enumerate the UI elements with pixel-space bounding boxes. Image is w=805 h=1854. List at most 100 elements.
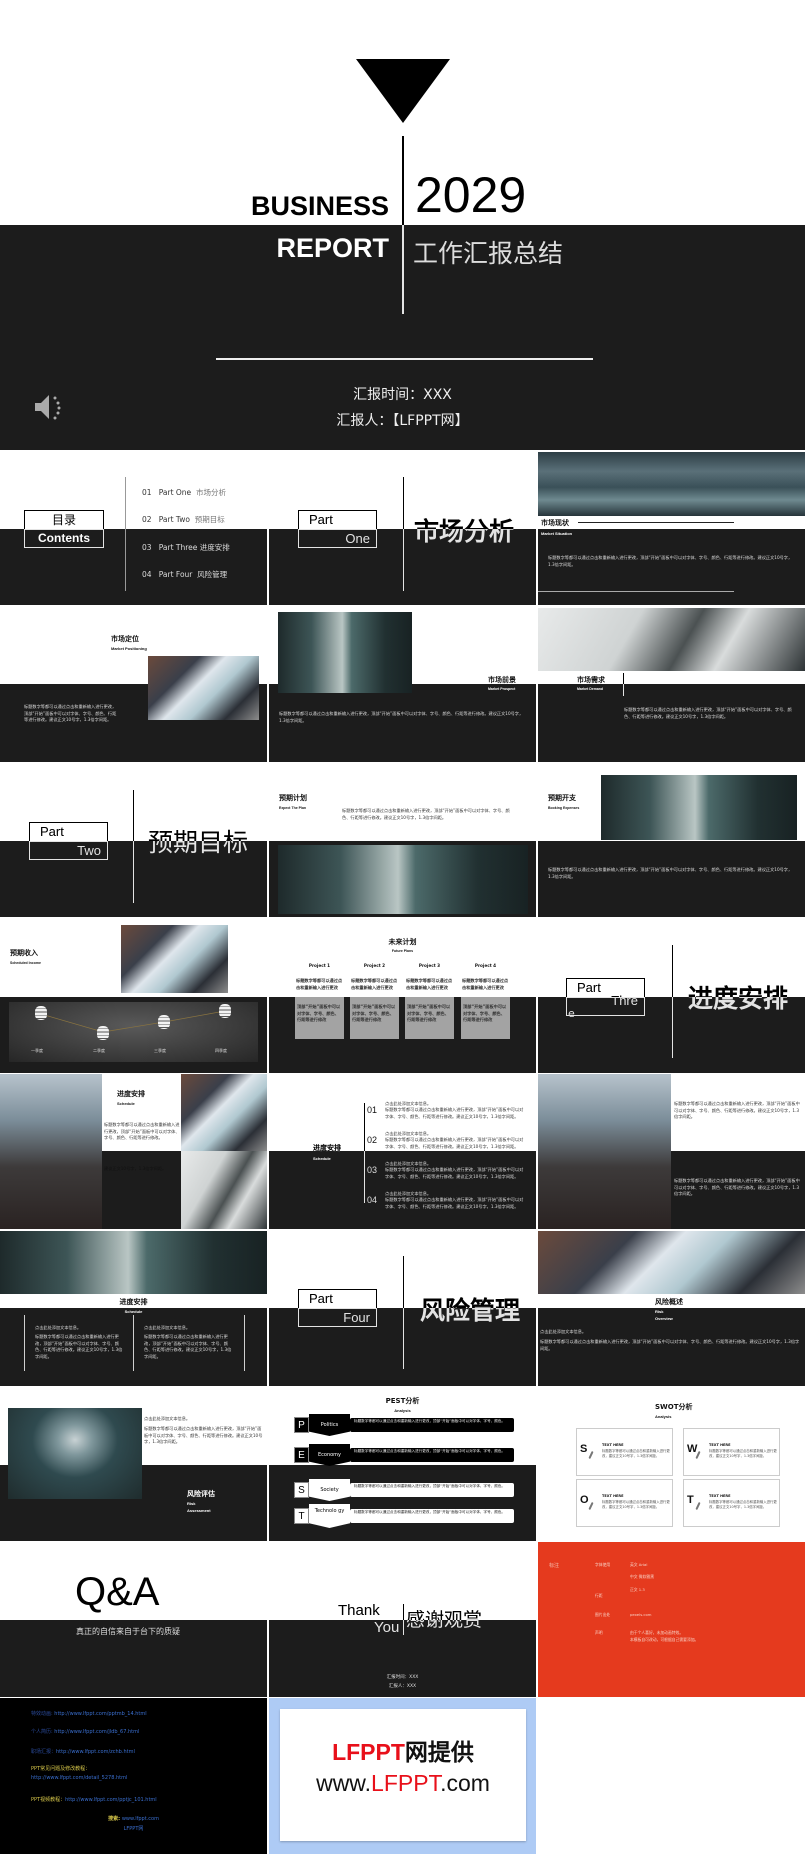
- column-rule: [133, 1315, 134, 1371]
- item-num: 03: [142, 543, 152, 552]
- column-rule: [244, 1315, 245, 1371]
- body-text: 标题数字等都可以通过点击和重新输入进行更改，顶部“开始”面板中可以对字体、字号、…: [548, 867, 793, 879]
- street-photo: [0, 1231, 267, 1294]
- slide-heading: 进度安排: [117, 1090, 145, 1098]
- section-title: 预期目标: [148, 828, 249, 857]
- thanks-time: 汇报时间：XXX: [386, 1675, 419, 1680]
- brand-link[interactable]: LFPPT网: [0, 1825, 267, 1832]
- swot-text: 标题数字等都可以通过点击和重新输入进行更改，建议正文10号字，1.3倍字间距。: [709, 1500, 777, 1509]
- cover-divider-horizontal: [216, 358, 593, 360]
- link-url[interactable]: http://www.lfppt.com/zchb.html: [56, 1749, 135, 1755]
- schedule-text: 标题数字等都可以通过点击和重新输入进行更改，顶部“开始”面板中可以对字体、字号、…: [385, 1167, 524, 1179]
- column-title: 点击此处添加文本信息。: [144, 1325, 191, 1330]
- body-text: 标题数字等都可以通过点击和重新输入进行更改，顶部“开始”面板中可以对字体、字号、…: [624, 707, 792, 719]
- contents-item-1[interactable]: 01 Part One 市场分析: [142, 487, 226, 498]
- you-text: You: [374, 1619, 400, 1636]
- project-header: Project 2: [363, 963, 386, 968]
- url-suffix: .com: [440, 1770, 490, 1796]
- swot-box: S TEXT HERE 标题数字等都可以通过点击和重新输入进行更改，建议正文10…: [576, 1428, 673, 1476]
- pest-slide: PEST分析 Analysis P Politics 标题数字等都可以通过点击和…: [269, 1386, 536, 1541]
- slide-subheading: Market Demand: [577, 687, 604, 691]
- video-link[interactable]: http://www.lfppt.com/pptjc_101.html: [65, 1797, 157, 1803]
- pest-text: 标题数字等都可以通过点击和重新输入进行更改，顶部“开始”面板中可以对字体、字号、…: [354, 1510, 506, 1514]
- part-number: One: [345, 531, 370, 546]
- slide-heading: 预期开支: [548, 794, 576, 802]
- search-link[interactable]: www.lfppt.com: [122, 1816, 159, 1822]
- part-number: Four: [343, 1310, 370, 1325]
- link-row: 职场汇报：http://www.lfppt.com/zchb.html: [31, 1748, 135, 1755]
- slide-subheading: Risk: [655, 1309, 664, 1314]
- leaf-icon: [588, 1501, 594, 1511]
- divider: [403, 1256, 404, 1369]
- slide-heading: SWOT分析: [655, 1403, 693, 1411]
- swot-box: O TEXT HERE 标题数字等都可以通过点击和重新输入进行更改，建议正文10…: [576, 1479, 673, 1527]
- link-url[interactable]: http://www.lfppt.com/jldb_67.html: [54, 1729, 139, 1735]
- url-brand: LFPPT: [371, 1770, 441, 1796]
- note-value: 英文 Arial: [630, 1562, 648, 1567]
- heading-rule: [578, 522, 734, 523]
- slide-subheading-2: Overview: [655, 1316, 673, 1321]
- part-three-slide: Part Thre e 进度安排: [538, 918, 805, 1073]
- column-rule: [24, 1315, 25, 1371]
- body-text: 标题数字等都可以通过点击和重新输入进行更改，顶部“开始”面板中可以对字体、字号、…: [279, 711, 524, 723]
- contents-item-3[interactable]: 03 Part Three 进度安排: [142, 542, 230, 553]
- schedule-number: 03: [367, 1165, 378, 1175]
- part-box: Part Four: [298, 1289, 377, 1327]
- column-title: 点击此处添加文本信息。: [35, 1325, 82, 1330]
- schedule-slide-3: 标题数字等都可以通过点击和重新输入进行更改，顶部“开始”面板中可以对字体、字号、…: [538, 1074, 805, 1229]
- faq-link[interactable]: http://www.lfppt.com/detail_5278.html: [31, 1775, 127, 1781]
- body-text: 标题数字等都可以通过点击和重新输入进行更改，顶部“开始”面板中可以对字体、字号、…: [104, 1122, 180, 1140]
- item-en: Part One: [158, 488, 192, 497]
- thanks-reporter: 汇报人：XXX: [388, 1684, 417, 1689]
- pest-row: P Politics 标题数字等都可以通过点击和重新输入进行更改，顶部“开始”面…: [294, 1414, 514, 1436]
- slide-heading: 预期计划: [279, 794, 307, 802]
- part-label: Part: [309, 1291, 333, 1306]
- contents-item-2[interactable]: 02 Part Two 预期目标: [142, 514, 225, 525]
- pest-label: Economy: [309, 1444, 350, 1466]
- market-positioning-slide: 市场定位 Market Positioning 标题数字等都可以通过点击和重新输…: [0, 607, 267, 762]
- risk-overview-slide: 风险概述 Risk Overview 点击此处添加文本信息。 标题数字等都可以通…: [538, 1231, 805, 1386]
- pest-text: 标题数字等都可以通过点击和重新输入进行更改，顶部“开始”面板中可以对字体、字号、…: [354, 1484, 506, 1488]
- project-box-text: 顶部“开始”面板中可以对字体、字号、颜色、行距等进行修改: [407, 1004, 451, 1022]
- pest-label: Technolo gy: [309, 1504, 350, 1528]
- section-title: 风险管理: [420, 1296, 521, 1325]
- slide-heading: PEST分析: [385, 1397, 420, 1405]
- part-two-slide: Part Two 预期目标: [0, 762, 267, 917]
- street-photo: [278, 845, 528, 914]
- cover-slide: BUSINESS 2029 REPORT 工作汇报总结 汇报时间：XXX 汇报人…: [0, 0, 805, 450]
- note-key: 图片出处: [595, 1612, 611, 1617]
- body-title: 点击此处添加文本信息。: [540, 1329, 587, 1334]
- cover-title-business: BUSINESS: [250, 191, 389, 221]
- project-box-text: 顶部“开始”面板中可以对字体、字号、颜色、行距等进行修改: [463, 1004, 507, 1022]
- swot-head: TEXT HERE: [709, 1443, 731, 1447]
- pest-letter: S: [294, 1482, 309, 1498]
- contents-en: Contents: [38, 531, 90, 545]
- thank-text: Thank: [338, 1602, 380, 1619]
- link-label: 特效动画:: [31, 1711, 55, 1717]
- item-en: Part Two: [158, 515, 190, 524]
- swot-text: 标题数字等都可以通过点击和重新输入进行更改，建议正文10号字，1.3倍字间距。: [602, 1500, 670, 1509]
- item-cn: 预期目标: [194, 515, 225, 524]
- project-header: Project 3: [418, 963, 441, 968]
- coin-stack-icon: [219, 1004, 231, 1018]
- body-text: 标题数字等都可以通过点击和重新输入进行更改，顶部“开始”面板中可以对字体、字号、…: [342, 808, 510, 820]
- swot-box: W TEXT HERE 标题数字等都可以通过点击和重新输入进行更改，建议正文10…: [683, 1428, 780, 1476]
- item-num: 01: [142, 488, 152, 497]
- promo-line-2: www.LFPPT.com: [280, 1770, 526, 1797]
- quarter-label: 一季度: [31, 1048, 43, 1053]
- cover-divider-vertical: [402, 136, 404, 314]
- cover-year: 2029: [415, 167, 527, 223]
- speaker-icon[interactable]: [33, 393, 65, 421]
- promo-line-1: LFPPT网提供: [280, 1733, 526, 1767]
- qa-title: Q&A: [75, 1570, 160, 1614]
- video-row: PPT视频教程：http://www.lfppt.com/pptjc_101.h…: [31, 1796, 157, 1803]
- url-prefix: www.: [316, 1770, 372, 1796]
- body-title: 点击此处添加文本信息。: [144, 1416, 191, 1421]
- cover-cn-title: 工作汇报总结: [413, 239, 564, 268]
- video-label: PPT视频教程：: [31, 1797, 66, 1803]
- promo-card: LFPPT网提供 www.LFPPT.com: [280, 1709, 526, 1841]
- project-text: 标题数字等都可以通过点击和重新输入进行更改: [296, 978, 343, 990]
- contents-item-4[interactable]: 04 Part Four 风险管理: [142, 569, 227, 580]
- divider: [125, 477, 126, 591]
- link-url[interactable]: http://www.lfppt.com/pptmb_14.html: [54, 1711, 146, 1717]
